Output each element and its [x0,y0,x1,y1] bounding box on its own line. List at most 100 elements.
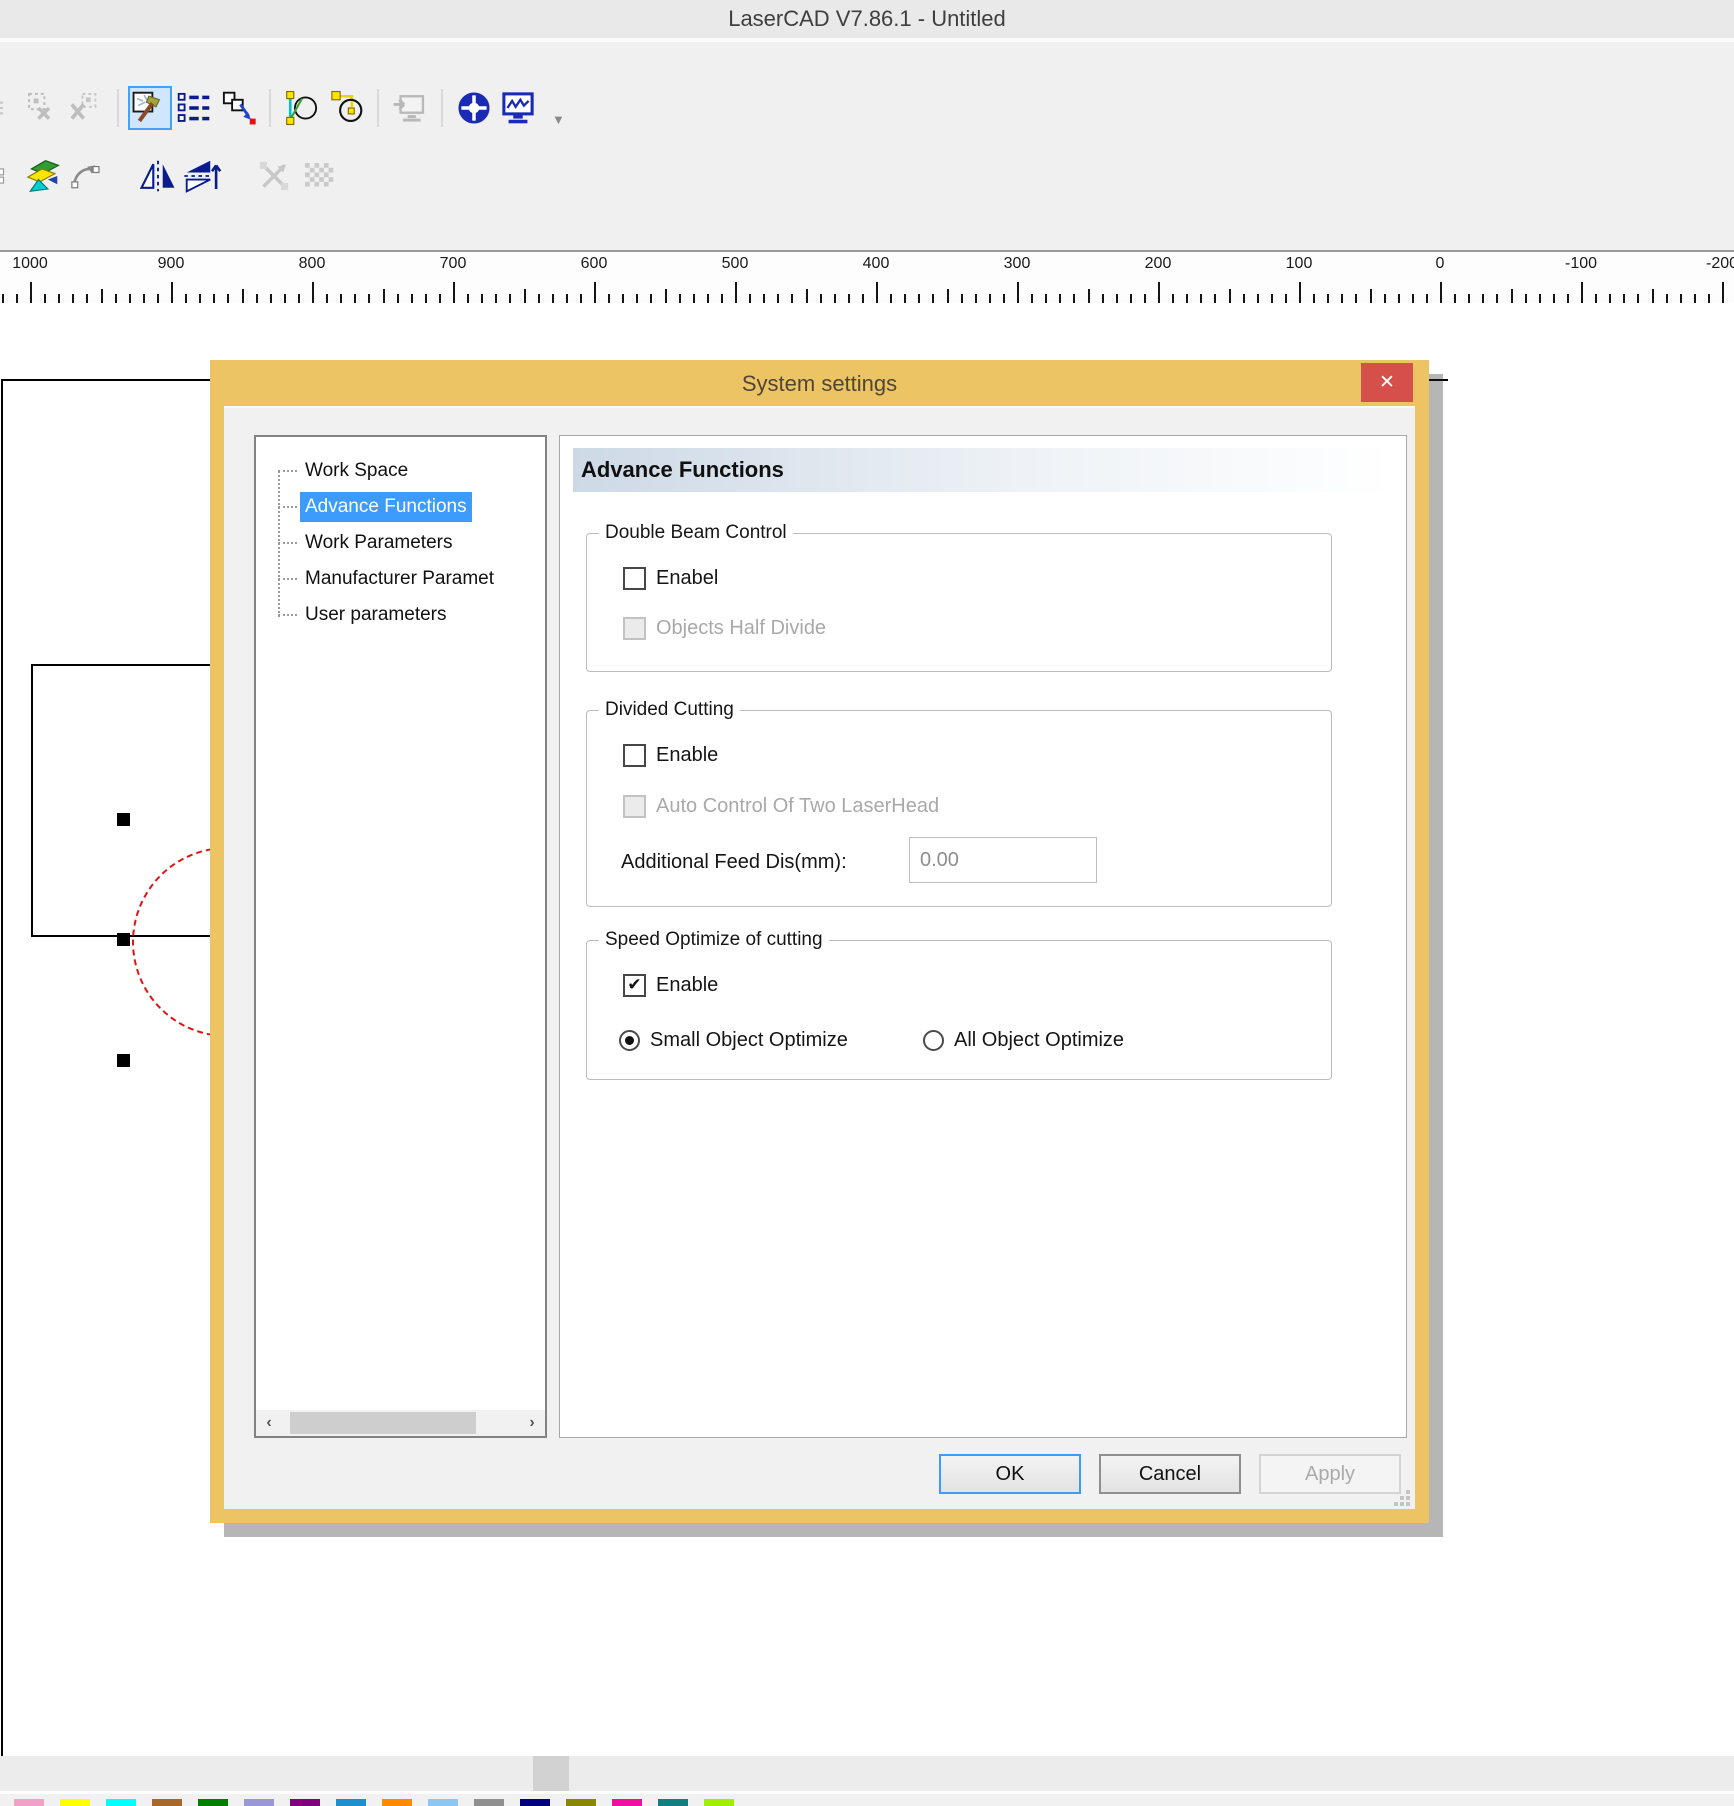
ruler-tick [1017,282,1019,303]
ruler-tick [495,294,497,303]
layer-color-icon[interactable] [20,154,64,198]
toolbar-overflow-caret-icon[interactable]: ▼ [552,112,565,127]
all-object-optimize-radio[interactable]: All Object Optimize [923,1029,1124,1052]
ruler-tick [594,282,596,303]
preview-monitor-icon[interactable] [496,86,540,130]
color-swatch[interactable] [612,1799,642,1806]
panel-header: Advance Functions [573,448,1393,492]
mirror-horizontal-icon[interactable] [136,154,180,198]
group-title: Double Beam Control [599,522,793,544]
color-swatch[interactable] [14,1799,44,1806]
tree-scrollbar-thumb[interactable] [290,1412,476,1434]
tree-item-work-space[interactable]: Work Space [300,453,545,489]
ruler-tick [2,294,4,303]
title-bar: LaserCAD V7.86.1 - Untitled [0,0,1734,42]
ruler-tick [1680,294,1682,303]
dialog-title-bar[interactable]: System settings ✕ [210,360,1429,406]
divided-cutting-enable-checkbox[interactable]: Enable [623,744,718,767]
radio-dot[interactable] [923,1030,944,1051]
rotate-object-icon[interactable] [64,154,108,198]
ruler-tick [721,294,723,303]
ruler-tick [862,294,864,303]
ruler-tick [566,294,568,303]
tree-item-user-parameters[interactable]: User parameters [300,597,545,633]
tree-item-work-parameters[interactable]: Work Parameters [300,525,545,561]
dialog-body: Work Space Advance Functions Work Parame… [224,406,1415,1509]
ruler-tick [679,294,681,303]
select-tool-icon[interactable] [128,86,172,130]
color-swatch[interactable] [60,1799,90,1806]
checkbox-box[interactable] [623,974,646,997]
ruler-tick [1722,282,1724,303]
curve-edit-icon[interactable] [280,86,324,130]
simulate-icon[interactable] [452,86,496,130]
close-icon[interactable]: ✕ [1361,363,1413,402]
scrollbar-thumb[interactable] [533,1756,569,1791]
selection-handle[interactable] [117,813,130,826]
tree-item-manufacturer-parameters[interactable]: Manufacturer Paramet [300,561,545,597]
selection-handle[interactable] [117,933,130,946]
ruler-tick [538,294,540,303]
additional-feed-input[interactable] [909,837,1097,883]
tree-item-advance-functions[interactable]: Advance Functions [300,489,545,525]
ruler-label: -200 [1706,255,1734,273]
radio-dot[interactable] [619,1030,640,1051]
color-swatch[interactable] [520,1799,550,1806]
color-swatch[interactable] [428,1799,458,1806]
enabel-checkbox[interactable]: Enabel [623,567,718,590]
color-swatch[interactable] [244,1799,274,1806]
ruler-tick [1384,294,1386,303]
ruler-tick [1370,289,1372,303]
color-swatch[interactable] [658,1799,688,1806]
ruler-tick [848,294,850,303]
ruler-tick [397,294,399,303]
color-swatch[interactable] [474,1799,504,1806]
node-edit-icon[interactable] [216,86,260,130]
speed-optimize-enable-checkbox[interactable]: Enable [623,974,718,997]
ruler-tick [115,294,117,303]
selection-handle[interactable] [117,1054,130,1067]
clipped-array-icon[interactable] [0,154,20,198]
color-swatch[interactable] [704,1799,734,1806]
color-swatch[interactable] [290,1799,320,1806]
ruler-tick [608,294,610,303]
ruler-tick [904,294,906,303]
scroll-right-icon[interactable]: › [519,1410,545,1436]
ruler-tick [1285,294,1287,303]
ok-button[interactable]: OK [939,1454,1081,1494]
ruler-label: 200 [1145,255,1172,273]
checkbox-box[interactable] [623,567,646,590]
ruler-tick [1595,294,1597,303]
color-swatch[interactable] [336,1799,366,1806]
ruler-tick [524,289,526,303]
auto-control-two-laserhead-checkbox: Auto Control Of Two LaserHead [623,795,939,818]
canvas-horizontal-scrollbar[interactable] [0,1756,1734,1791]
ruler-tick [1073,294,1075,303]
mirror-vertical-icon[interactable] [180,154,224,198]
resize-grip-icon[interactable] [1393,1489,1411,1507]
ruler-tick [693,294,695,303]
small-object-optimize-radio[interactable]: Small Object Optimize [619,1029,848,1052]
ruler-label: -100 [1565,255,1597,273]
ruler-tick [1341,294,1343,303]
ruler-tick [650,294,652,303]
color-swatch[interactable] [566,1799,596,1806]
group-divided-cutting: Divided Cutting Enable Auto Control Of T… [586,710,1332,907]
scroll-left-icon[interactable]: ‹ [256,1410,282,1436]
circle-center-icon[interactable] [324,86,368,130]
color-swatch[interactable] [198,1799,228,1806]
ruler-tick [1637,294,1639,303]
toolbar-separator [269,89,271,127]
dialog-title: System settings [742,371,897,396]
group-title: Speed Optimize of cutting [599,929,829,951]
system-settings-dialog: System settings ✕ Work Space Advance Fun… [210,360,1429,1523]
color-swatch[interactable] [152,1799,182,1806]
ruler-tick [1186,294,1188,303]
color-swatch[interactable] [106,1799,136,1806]
tree-horizontal-scrollbar[interactable]: ‹ › [256,1410,545,1436]
ruler-tick [101,289,103,303]
cancel-button[interactable]: Cancel [1099,1454,1241,1494]
color-swatch[interactable] [382,1799,412,1806]
checkbox-box[interactable] [623,744,646,767]
object-properties-icon[interactable] [172,86,216,130]
